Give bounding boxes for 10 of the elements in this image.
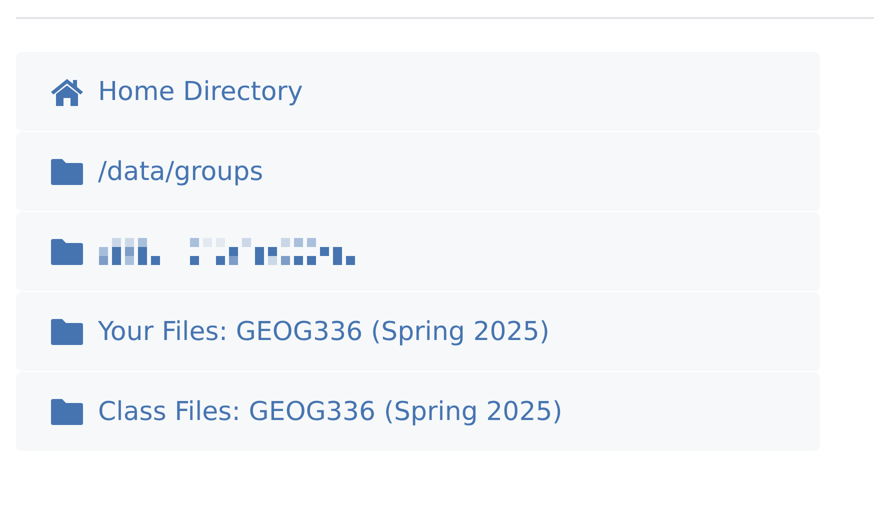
home-icon [50, 76, 84, 106]
folder-link[interactable]: Class Files: GEOG336 (Spring 2025) [16, 372, 820, 452]
folder-icon [50, 398, 84, 426]
folder-link[interactable]: /data/groups [16, 132, 820, 212]
folder-icon [50, 238, 84, 266]
folder-link[interactable]: Your Files: GEOG336 (Spring 2025) [16, 292, 820, 372]
folder-icon [50, 158, 84, 186]
folder-icon [50, 318, 84, 346]
folder-link[interactable] [16, 212, 820, 292]
home-directory-link[interactable]: Home Directory [16, 52, 820, 132]
